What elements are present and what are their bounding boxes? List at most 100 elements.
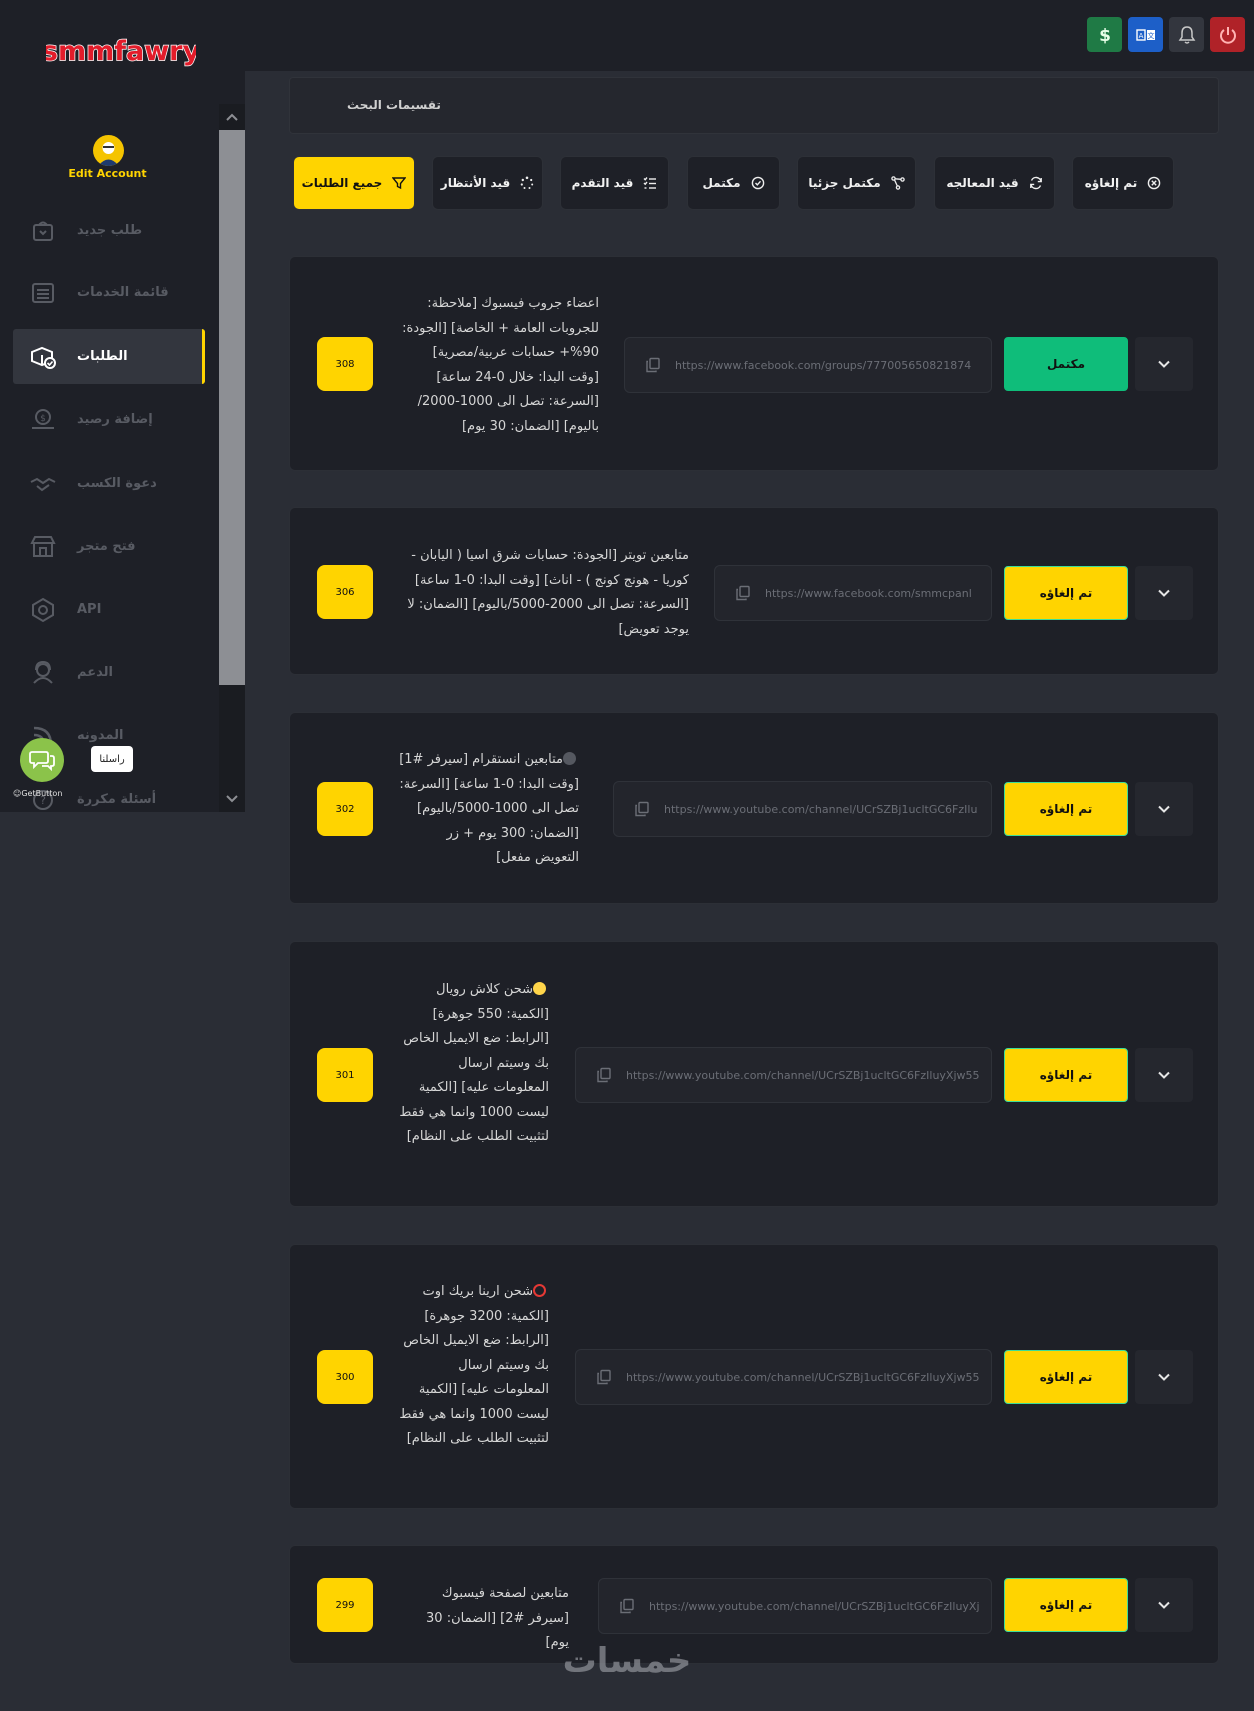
sidebar-item-add-funds[interactable]: $ إضافة رصيد — [13, 392, 205, 447]
filter-cancelled[interactable]: تم إلغاؤه — [1072, 156, 1174, 210]
copy-icon[interactable] — [645, 357, 661, 373]
order-link-field[interactable]: https://www.facebook.com/groups/77700565… — [624, 337, 992, 393]
getbutton-label: GetButton — [21, 789, 63, 798]
order-expand-button[interactable] — [1135, 566, 1193, 620]
check-circle-icon — [751, 176, 764, 190]
translate-icon[interactable]: A文 — [1128, 17, 1163, 52]
order-id-badge: 301 — [317, 1048, 373, 1102]
sidebar-item-api[interactable]: API — [13, 582, 205, 637]
order-expand-button[interactable] — [1135, 1048, 1193, 1102]
sidebar-item-label: إضافة رصيد — [77, 412, 153, 427]
filter-label: مكتمل جزئيا — [808, 176, 881, 190]
edit-account-link[interactable]: Edit Account — [40, 167, 175, 180]
bell-icon[interactable] — [1169, 17, 1204, 52]
order-card: 302 متابعين انستقرام [سيرفر #1] [وقت الب… — [289, 712, 1219, 904]
order-expand-button[interactable] — [1135, 782, 1193, 836]
order-link-text: https://www.youtube.com/channel/UCrSZBj1… — [649, 1599, 980, 1613]
order-link-text: https://www.facebook.com/groups/77700565… — [675, 358, 972, 372]
filter-processing[interactable]: قيد المعالجه — [934, 156, 1055, 210]
chat-tooltip: راسلنا — [91, 746, 133, 772]
chevron-down-icon — [1158, 1601, 1170, 1609]
order-link-field[interactable]: https://www.youtube.com/channel/UCrSZBj1… — [598, 1578, 992, 1634]
sidebar-item-label: قائمة الخدمات — [77, 285, 169, 300]
order-link-field[interactable]: https://www.facebook.com/smmcpanl — [714, 565, 992, 621]
sidebar-item-label: دعوة الكسب — [77, 476, 157, 491]
order-link-field[interactable]: https://www.youtube.com/channel/UCrSZBj1… — [613, 781, 992, 837]
search-sections-panel[interactable]: تقسيمات البحث — [289, 77, 1219, 134]
sidebar-item-orders[interactable]: الطلبات — [13, 329, 205, 384]
list-icon — [32, 282, 54, 303]
order-id-badge: 306 — [317, 565, 373, 619]
copy-icon[interactable] — [735, 585, 751, 601]
copy-icon[interactable] — [596, 1067, 612, 1083]
filter-completed[interactable]: مكتمل — [687, 156, 780, 210]
order-status-button[interactable]: تم إلغاؤه — [1004, 1578, 1128, 1632]
copy-icon[interactable] — [619, 1598, 635, 1614]
order-status-button[interactable]: تم إلغاؤه — [1004, 1048, 1128, 1102]
order-description: متابعين انستقرام [سيرفر #1] [وقت البدا: … — [399, 752, 579, 865]
share-nodes-icon — [890, 176, 905, 190]
order-description: شحن ارينا بريك اوت [الكمية: 3200 جوهرة] … — [399, 1284, 549, 1446]
khamsat-watermark: خمسات — [563, 1641, 692, 1680]
svg-text:smmfawry: smmfawry — [46, 36, 196, 67]
sidebar-item-support[interactable]: الدعم — [13, 645, 205, 700]
svg-text:خمسات: خمسات — [563, 1641, 692, 1680]
filter-all-orders[interactable]: جميع الطلبات — [293, 156, 415, 210]
order-status-button[interactable]: تم إلغاؤه — [1004, 782, 1128, 836]
svg-text:$: $ — [1099, 26, 1111, 45]
svg-text:A: A — [1138, 32, 1143, 40]
scroll-up-icon[interactable] — [223, 108, 241, 126]
order-expand-button[interactable] — [1135, 1350, 1193, 1404]
power-icon[interactable] — [1210, 17, 1245, 52]
sidebar-item-label: المدونه — [77, 728, 124, 743]
order-card: 300 شحن ارينا بريك اوت [الكمية: 3200 جوه… — [289, 1244, 1219, 1509]
scroll-down-icon[interactable] — [223, 790, 241, 808]
copy-icon[interactable] — [634, 801, 650, 817]
sidebar-item-label: فتح متجر — [77, 539, 136, 554]
order-description: متابعين لصفحة فيسبوك [سيرفر #2] [الضمان:… — [426, 1586, 569, 1650]
sidebar: smmfawry Edit Account طلب جديد قائمة الخ… — [0, 0, 245, 812]
spinner-icon — [520, 176, 534, 189]
order-card: 299 متابعين لصفحة فيسبوك [سيرفر #2] [الض… — [289, 1545, 1219, 1664]
filter-label: قيد الأنتظار — [440, 176, 511, 190]
filter-pending[interactable]: قيد الأنتظار — [432, 156, 543, 210]
order-link-text: https://www.youtube.com/channel/UCrSZBj1… — [664, 802, 978, 816]
order-id-badge: 302 — [317, 782, 373, 836]
order-id-badge: 299 — [317, 1578, 373, 1632]
order-status-button[interactable]: مكتمل — [1004, 337, 1128, 391]
dollar-icon[interactable]: $ — [1087, 17, 1122, 52]
order-link-text: https://www.facebook.com/smmcpanl — [765, 586, 972, 600]
order-status-button[interactable]: تم إلغاؤه — [1004, 1350, 1128, 1404]
sidebar-item-open-store[interactable]: فتح متجر — [13, 519, 205, 574]
order-id-badge: 308 — [317, 337, 373, 391]
chevron-down-icon — [1158, 589, 1170, 597]
order-description: شحن كلاش رويال [الكمية: 550 جوهرة] [الرا… — [399, 982, 549, 1144]
chat-button[interactable] — [20, 738, 64, 782]
api-icon — [32, 597, 54, 622]
sidebar-item-label: طلب جديد — [77, 223, 143, 238]
refresh-icon — [1029, 176, 1042, 190]
filter-partial[interactable]: مكتمل جزئيا — [797, 156, 916, 210]
copy-icon[interactable] — [596, 1369, 612, 1385]
shopping-bag-icon — [33, 221, 53, 241]
order-status-button[interactable]: تم إلغاؤه — [1004, 566, 1128, 620]
handshake-icon — [30, 477, 56, 491]
sidebar-scroll-thumb[interactable] — [219, 130, 245, 685]
order-link-field[interactable]: https://www.youtube.com/channel/UCrSZBj1… — [575, 1349, 992, 1405]
avatar[interactable] — [93, 135, 124, 166]
filter-in-progress[interactable]: قيد التقدم — [560, 156, 669, 210]
order-id-badge: 300 — [317, 1350, 373, 1404]
filter-label: قيد المعالجه — [946, 176, 1019, 190]
sidebar-item-services-list[interactable]: قائمة الخدمات — [13, 265, 205, 320]
brand-logo[interactable]: smmfawry — [46, 30, 196, 74]
sidebar-item-referral[interactable]: دعوة الكسب — [13, 456, 205, 511]
sidebar-item-label: الدعم — [77, 665, 113, 680]
order-card: 301 شحن كلاش رويال [الكمية: 550 جوهرة] [… — [289, 941, 1219, 1207]
order-link-field[interactable]: https://www.youtube.com/channel/UCrSZBj1… — [575, 1047, 992, 1103]
svg-text:$: $ — [40, 414, 46, 424]
order-expand-button[interactable] — [1135, 337, 1193, 391]
sidebar-item-new-order[interactable]: طلب جديد — [13, 203, 205, 258]
getbutton-credit[interactable]: ☺GetButton — [13, 789, 62, 798]
chat-icon — [29, 751, 55, 772]
order-expand-button[interactable] — [1135, 1578, 1193, 1632]
